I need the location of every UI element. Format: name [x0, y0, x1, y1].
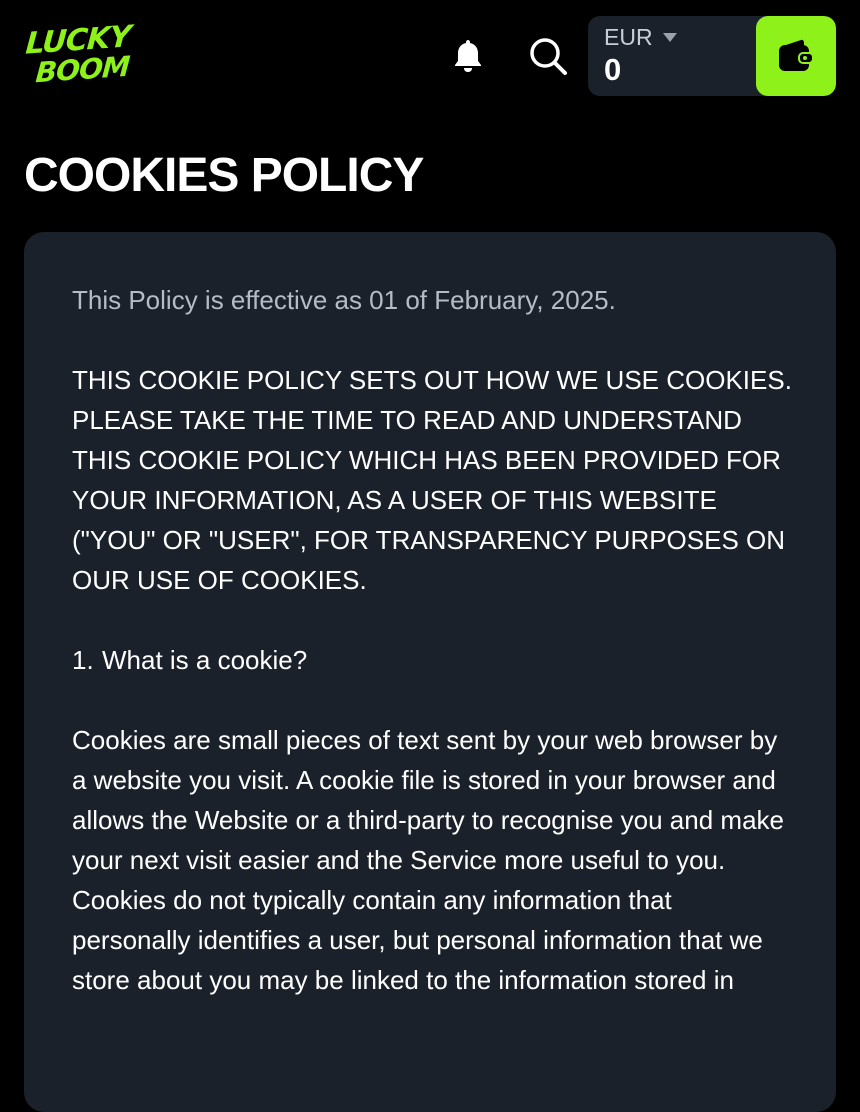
- logo-line-2: BOOM: [34, 49, 131, 90]
- search-icon: [530, 38, 567, 75]
- wallet-button[interactable]: [756, 16, 836, 96]
- balance-value: 0: [604, 52, 622, 87]
- section-number: 1.: [72, 645, 94, 675]
- currency-select[interactable]: EUR: [604, 24, 677, 51]
- section-title: What is a cookie?: [102, 645, 308, 675]
- wallet-widget: EUR 0: [588, 16, 836, 96]
- effective-date-text: This Policy is effective as 01 of Februa…: [72, 285, 616, 315]
- top-header: LUCKY BOOM EUR 0: [0, 0, 860, 112]
- bell-icon: [455, 40, 481, 72]
- section-heading-1: 1. What is a cookie?: [72, 640, 792, 680]
- page-title: COOKIES POLICY: [24, 149, 424, 202]
- wallet-icon: [779, 39, 814, 71]
- section-1-body: Cookies are small pieces of text sent by…: [72, 725, 784, 995]
- lucky-boom-logo[interactable]: LUCKY BOOM: [24, 19, 131, 92]
- currency-label: EUR: [604, 24, 653, 50]
- search-button[interactable]: [528, 36, 568, 76]
- policy-card: This Policy is effective as 01 of Februa…: [24, 232, 836, 1112]
- caret-down-icon: [662, 33, 677, 42]
- notifications-button[interactable]: [448, 36, 488, 76]
- intro-paragraph: THIS COOKIE POLICY SETS OUT HOW WE USE C…: [72, 365, 792, 595]
- policy-content: This Policy is effective as 01 of Februa…: [72, 280, 792, 1000]
